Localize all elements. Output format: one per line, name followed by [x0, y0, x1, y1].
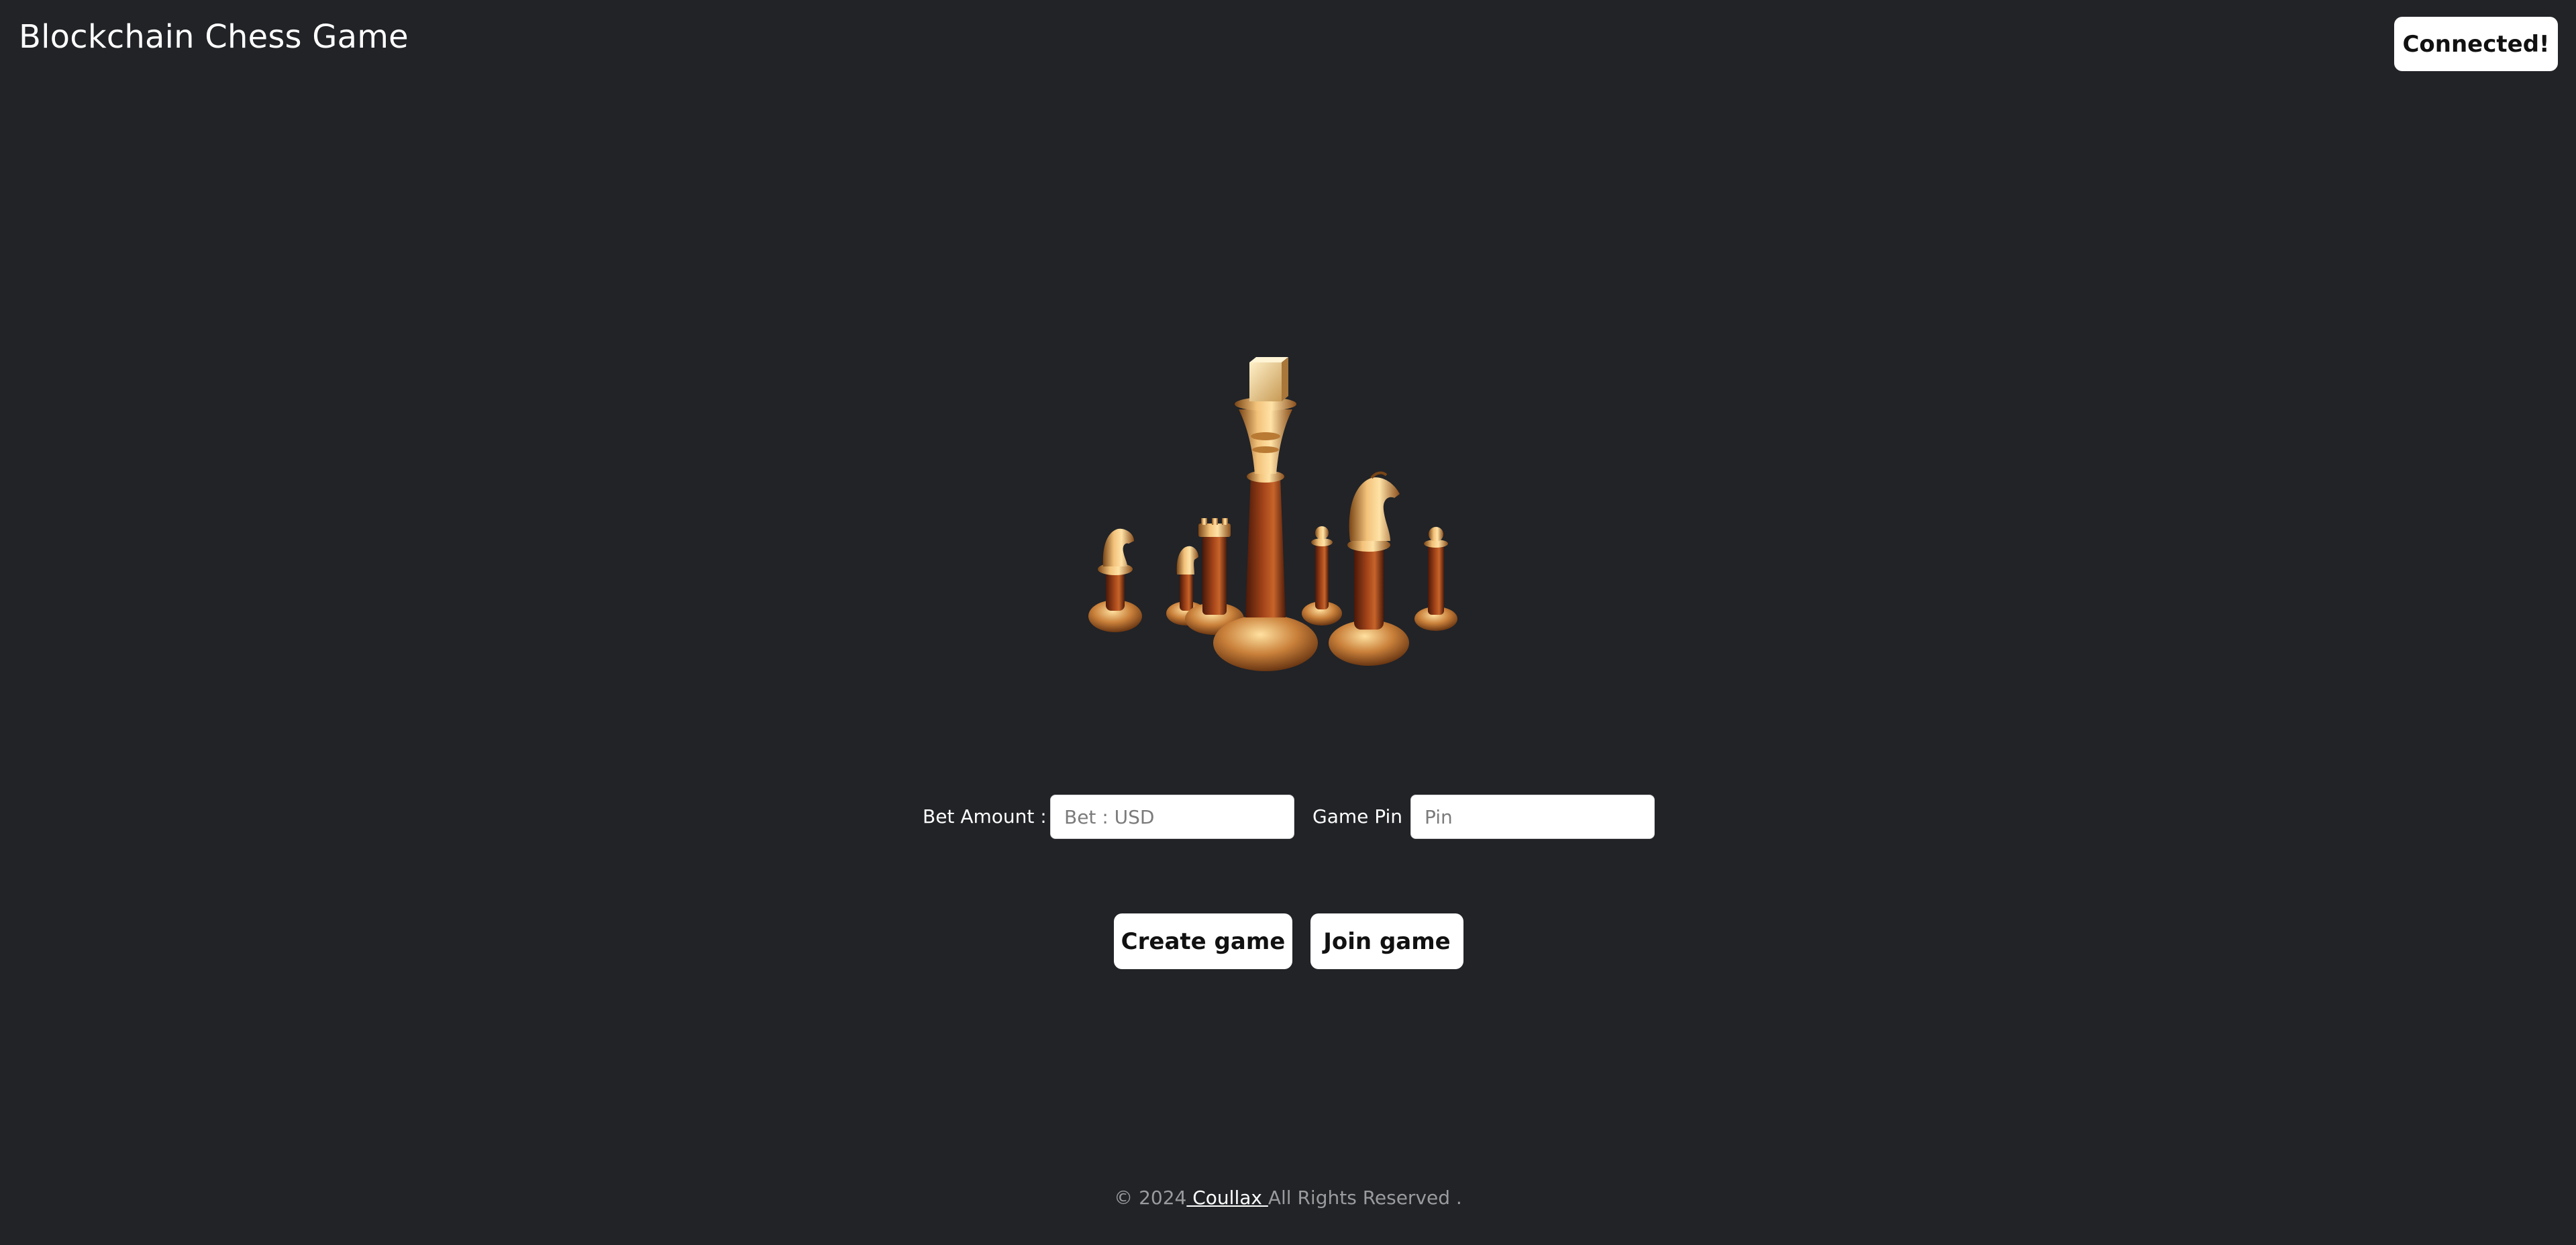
create-game-button[interactable]: Create game: [1114, 913, 1292, 969]
bet-amount-label: Bet Amount :: [923, 805, 1047, 828]
game-form: Bet Amount : Game Pin: [921, 795, 1659, 839]
king: [1213, 357, 1318, 671]
footer-company-link[interactable]: Coullax: [1186, 1187, 1268, 1209]
app-title: Blockchain Chess Game: [19, 18, 409, 56]
footer: © 2024 Coullax All Rights Reserved .: [0, 1183, 2576, 1213]
rook: [1185, 518, 1244, 635]
pawn-middle: [1302, 526, 1342, 626]
knight-left: [1088, 528, 1142, 632]
join-game-button[interactable]: Join game: [1310, 913, 1463, 969]
wallet-connect-button[interactable]: Connected!: [2394, 17, 2558, 71]
knight-right: [1329, 471, 1409, 666]
chess-pieces-illustration: [1088, 357, 1457, 671]
chess-pieces-image: [1087, 342, 1490, 685]
bet-amount-input[interactable]: [1050, 795, 1294, 839]
game-pin-label: Game Pin: [1312, 805, 1403, 828]
page: Blockchain Chess Game Connected! Bet Amo…: [0, 0, 2576, 1245]
footer-rights: All Rights Reserved .: [1268, 1187, 1462, 1209]
footer-copyright: © 2024: [1114, 1187, 1187, 1209]
game-pin-input[interactable]: [1410, 795, 1655, 839]
pawn-right: [1414, 527, 1457, 631]
